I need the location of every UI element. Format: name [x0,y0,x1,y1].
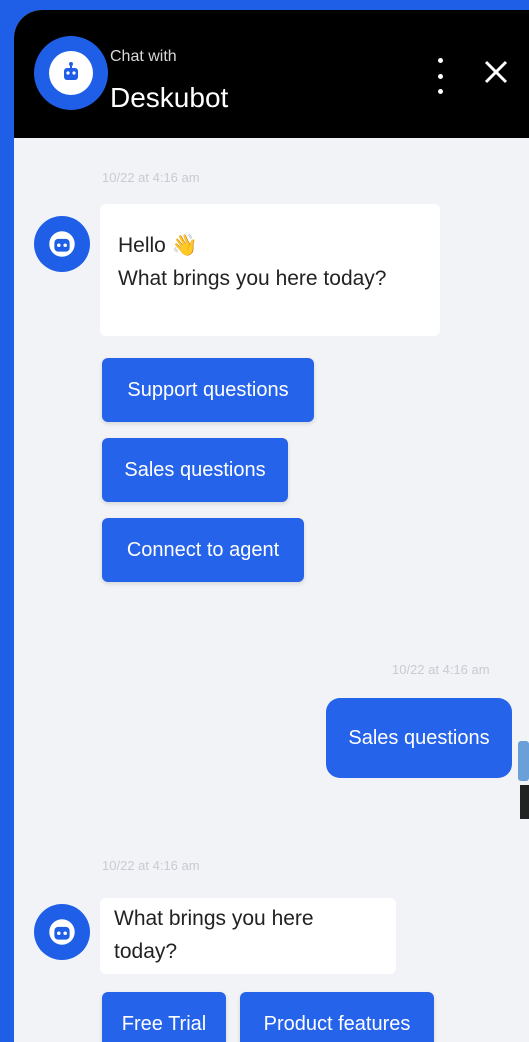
option-free-trial[interactable]: Free Trial [102,992,226,1042]
chat-panel: Chat with Deskubot 10/22 at 4:16 am Hell… [14,10,529,1042]
option-product-features[interactable]: Product features [240,992,434,1042]
bot-message-bubble: What brings you here today? [100,898,396,974]
option-support-questions[interactable]: Support questions [102,358,314,422]
message-timestamp: 10/22 at 4:16 am [102,858,200,873]
more-vertical-icon[interactable] [432,58,448,94]
bot-icon [49,919,75,945]
bot-avatar-small [34,904,90,960]
greeting-text: Hello 👋 [118,234,198,257]
user-message-bubble: Sales questions [326,698,512,778]
option-connect-agent[interactable]: Connect to agent [102,518,304,582]
chat-header: Chat with Deskubot [14,10,529,138]
header-subtitle: Chat with [110,48,177,65]
question-text: What brings you here today? [118,266,387,290]
bot-avatar-small [34,216,90,272]
message-timestamp: 10/22 at 4:16 am [102,170,200,185]
bot-avatar [34,36,108,110]
background-illustration-fragment [512,725,529,825]
bot-icon [49,51,93,95]
option-sales-questions[interactable]: Sales questions [102,438,288,502]
header-title: Deskubot [110,82,229,113]
close-icon[interactable] [480,56,512,88]
bot-message-bubble: Hello 👋 What brings you here today? [100,204,440,336]
user-message-timestamp: 10/22 at 4:16 am [392,662,490,677]
bot-icon [49,231,75,257]
